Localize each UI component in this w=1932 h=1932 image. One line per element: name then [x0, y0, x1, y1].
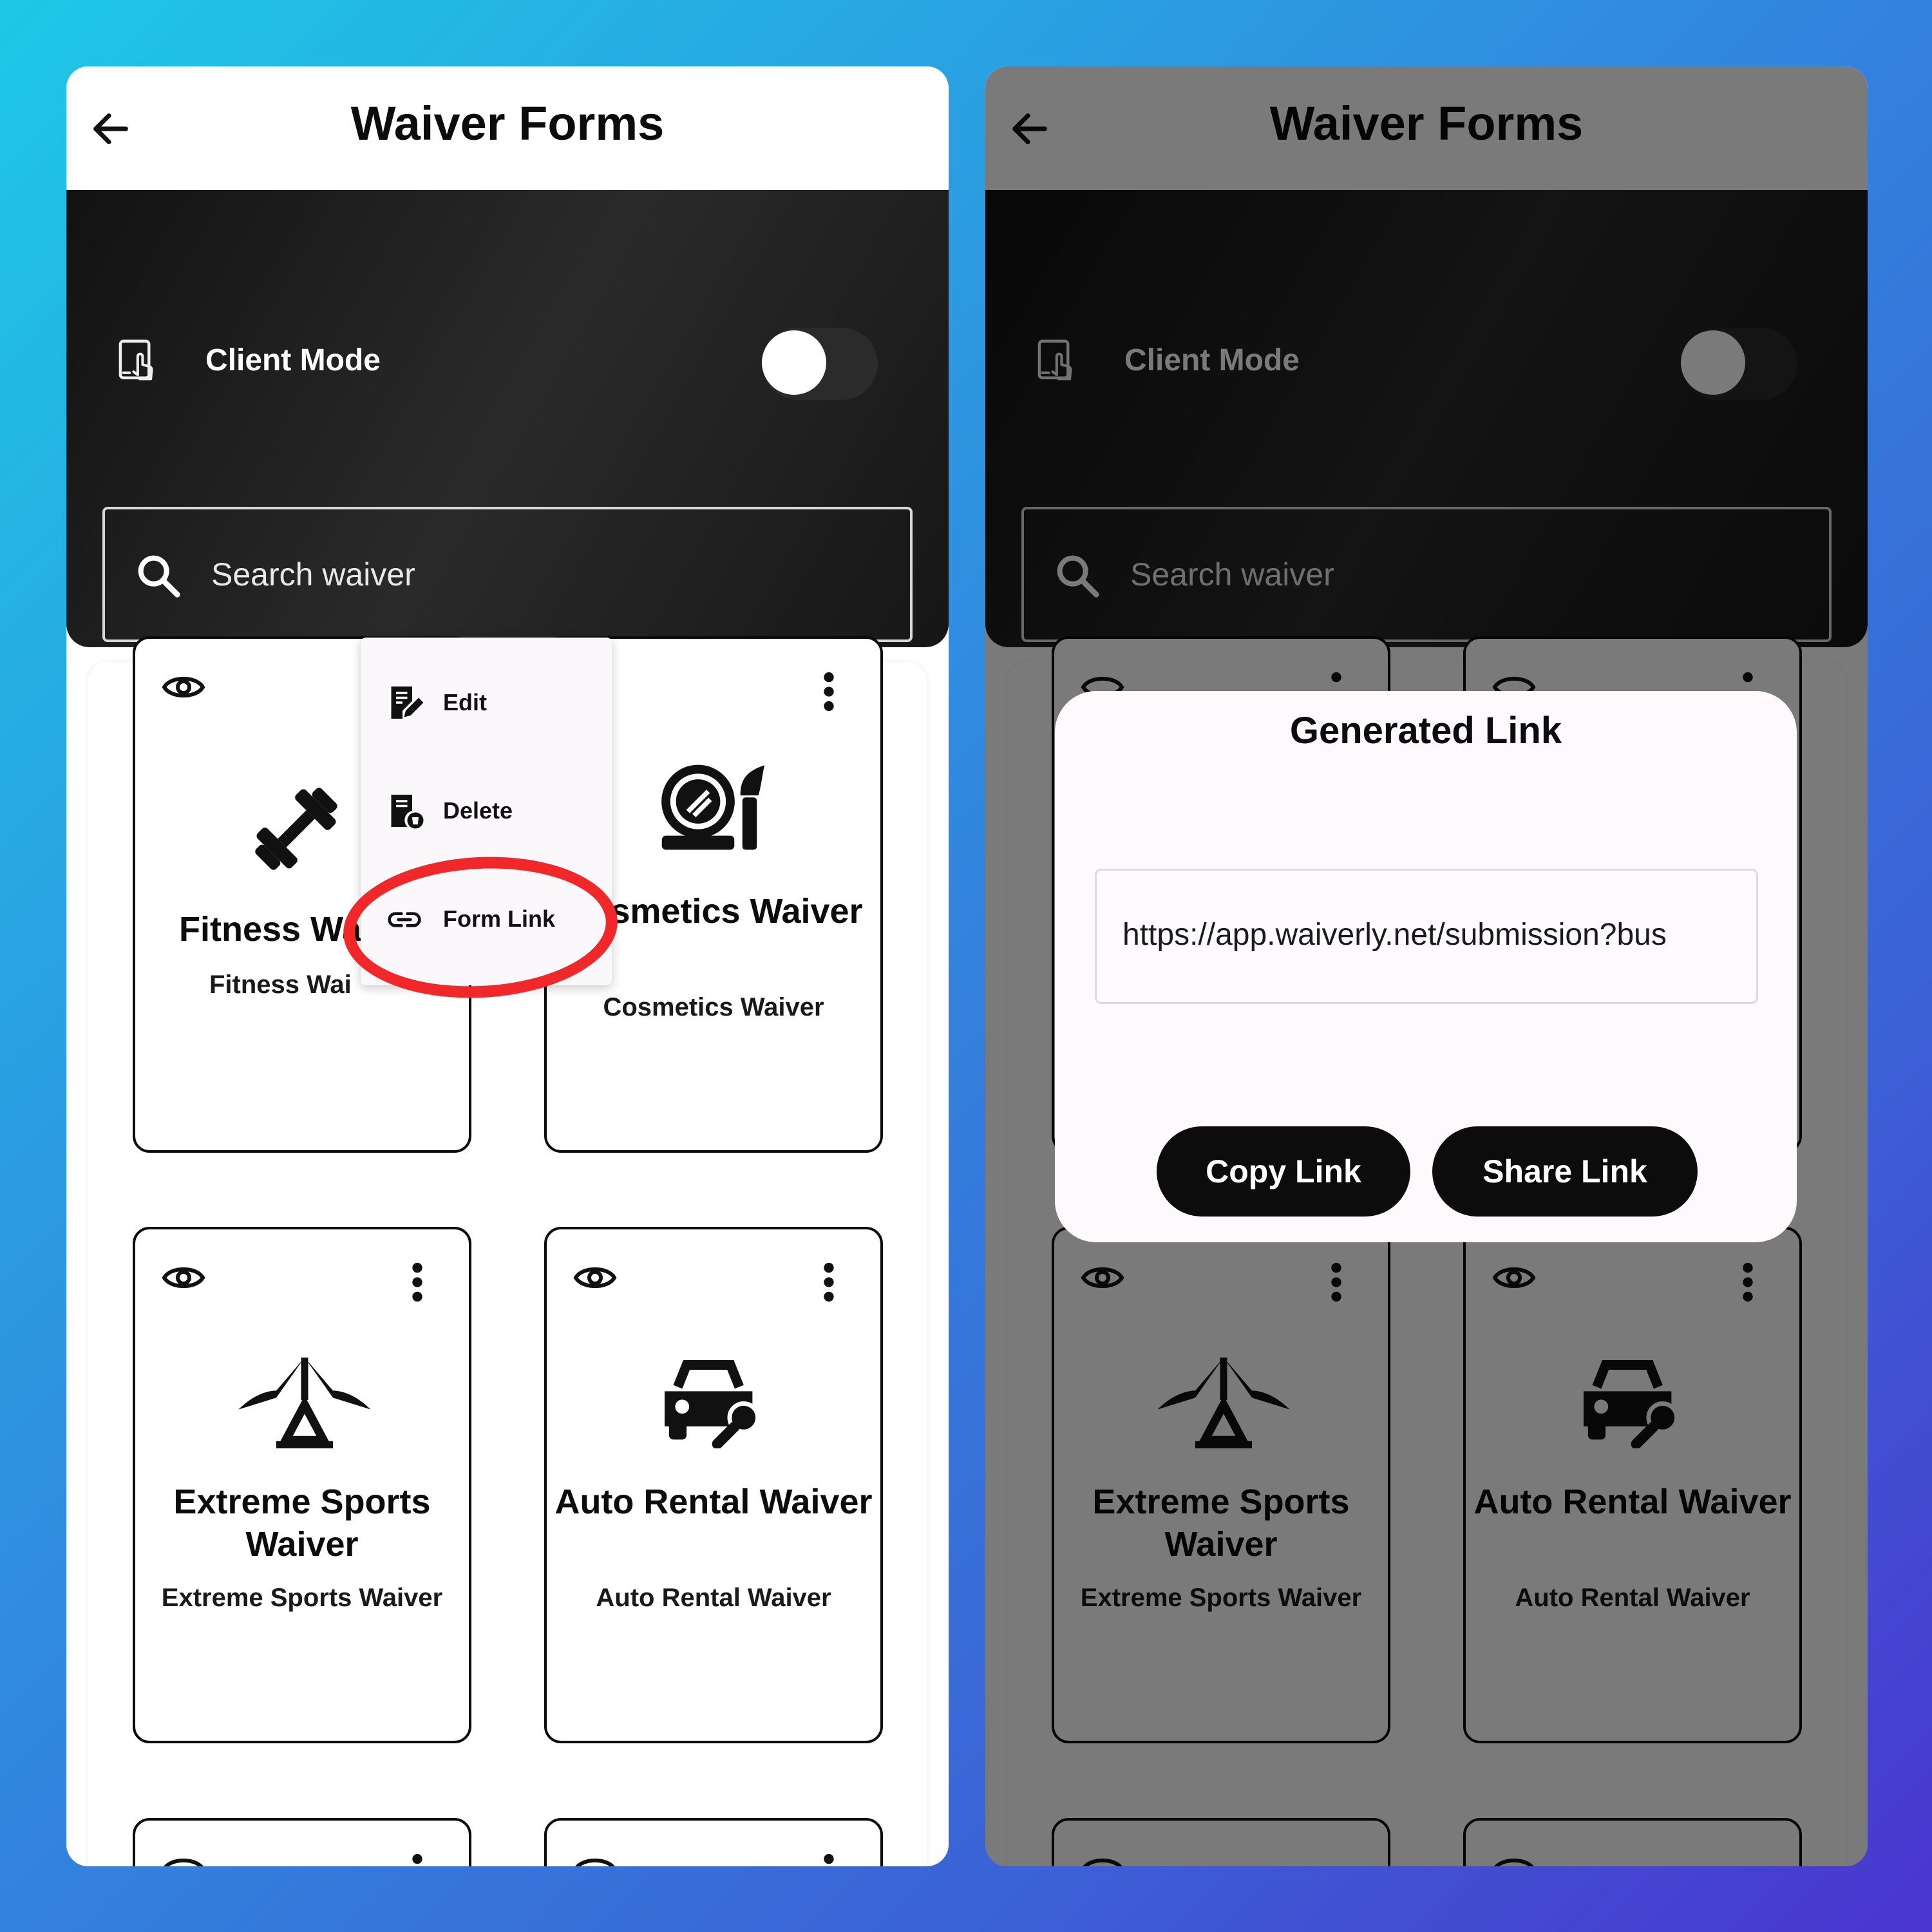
card-subtitle: Extreme Sports Waiver: [161, 1584, 443, 1612]
search-input[interactable]: Search waiver: [102, 507, 913, 642]
dumbbell-icon: [255, 788, 337, 870]
search-placeholder: Search waiver: [211, 556, 415, 592]
more-vert-icon[interactable]: [822, 1853, 835, 1866]
app-header: Waiver Forms: [66, 66, 949, 190]
client-mode-label: Client Mode: [205, 343, 381, 377]
waiver-card-auto-rental[interactable]: Auto Rental Waiver Auto Rental Waiver: [544, 1227, 883, 1743]
menu-item-edit[interactable]: Edit: [361, 663, 612, 741]
copy-link-button[interactable]: Copy Link: [1157, 1126, 1410, 1217]
tablet-touch-icon: [118, 339, 153, 381]
eye-icon[interactable]: [161, 1262, 206, 1294]
waiver-card-partial[interactable]: [544, 1818, 883, 1866]
more-vert-icon[interactable]: [411, 1262, 424, 1303]
card-subtitle: Cosmetics Waiver: [603, 993, 824, 1021]
hang-glider-icon: [238, 1358, 371, 1448]
menu-item-label: Edit: [443, 689, 487, 715]
phone-screen-left: Waiver Forms Client Mode Search waiver F…: [66, 66, 949, 1866]
eye-icon[interactable]: [573, 1853, 618, 1866]
eye-icon[interactable]: [161, 1853, 206, 1866]
waiver-card-extreme-sports[interactable]: Extreme Sports Waiver Extreme Sports Wai…: [133, 1227, 471, 1743]
client-mode-panel: Client Mode Search waiver: [66, 190, 949, 647]
dialog-title: Generated Link: [1289, 710, 1562, 752]
card-subtitle: Auto Rental Waiver: [596, 1584, 831, 1612]
phone-screen-right: Waiver Forms Client Mode Search waiver: [985, 66, 1868, 1866]
generated-link-dialog: Generated Link https://app.waiverly.net/…: [1055, 691, 1797, 1242]
car-key-icon: [665, 1359, 760, 1448]
waiver-card-partial[interactable]: [133, 1818, 471, 1866]
card-title: Auto Rental Waiver: [554, 1482, 873, 1521]
eye-icon[interactable]: [573, 1262, 618, 1294]
generated-link-field[interactable]: https://app.waiverly.net/submission?bus: [1095, 869, 1758, 1004]
menu-item-label: Delete: [443, 797, 513, 824]
more-vert-icon[interactable]: [822, 671, 835, 712]
card-title: Extreme Sports Waiver: [173, 1482, 431, 1564]
menu-item-delete[interactable]: Delete: [361, 772, 612, 849]
cosmetics-icon: [661, 764, 765, 850]
search-icon: [138, 555, 180, 598]
generated-link-text: https://app.waiverly.net/submission?bus: [1122, 918, 1667, 952]
eye-icon[interactable]: [161, 671, 206, 703]
more-vert-icon[interactable]: [411, 1853, 424, 1866]
edit-document-icon: [391, 687, 424, 719]
more-vert-icon[interactable]: [822, 1262, 835, 1303]
page-title: Waiver Forms: [350, 97, 665, 150]
delete-document-icon: [391, 795, 424, 829]
share-link-button[interactable]: Share Link: [1432, 1126, 1698, 1217]
toggle-knob[interactable]: [762, 330, 826, 395]
